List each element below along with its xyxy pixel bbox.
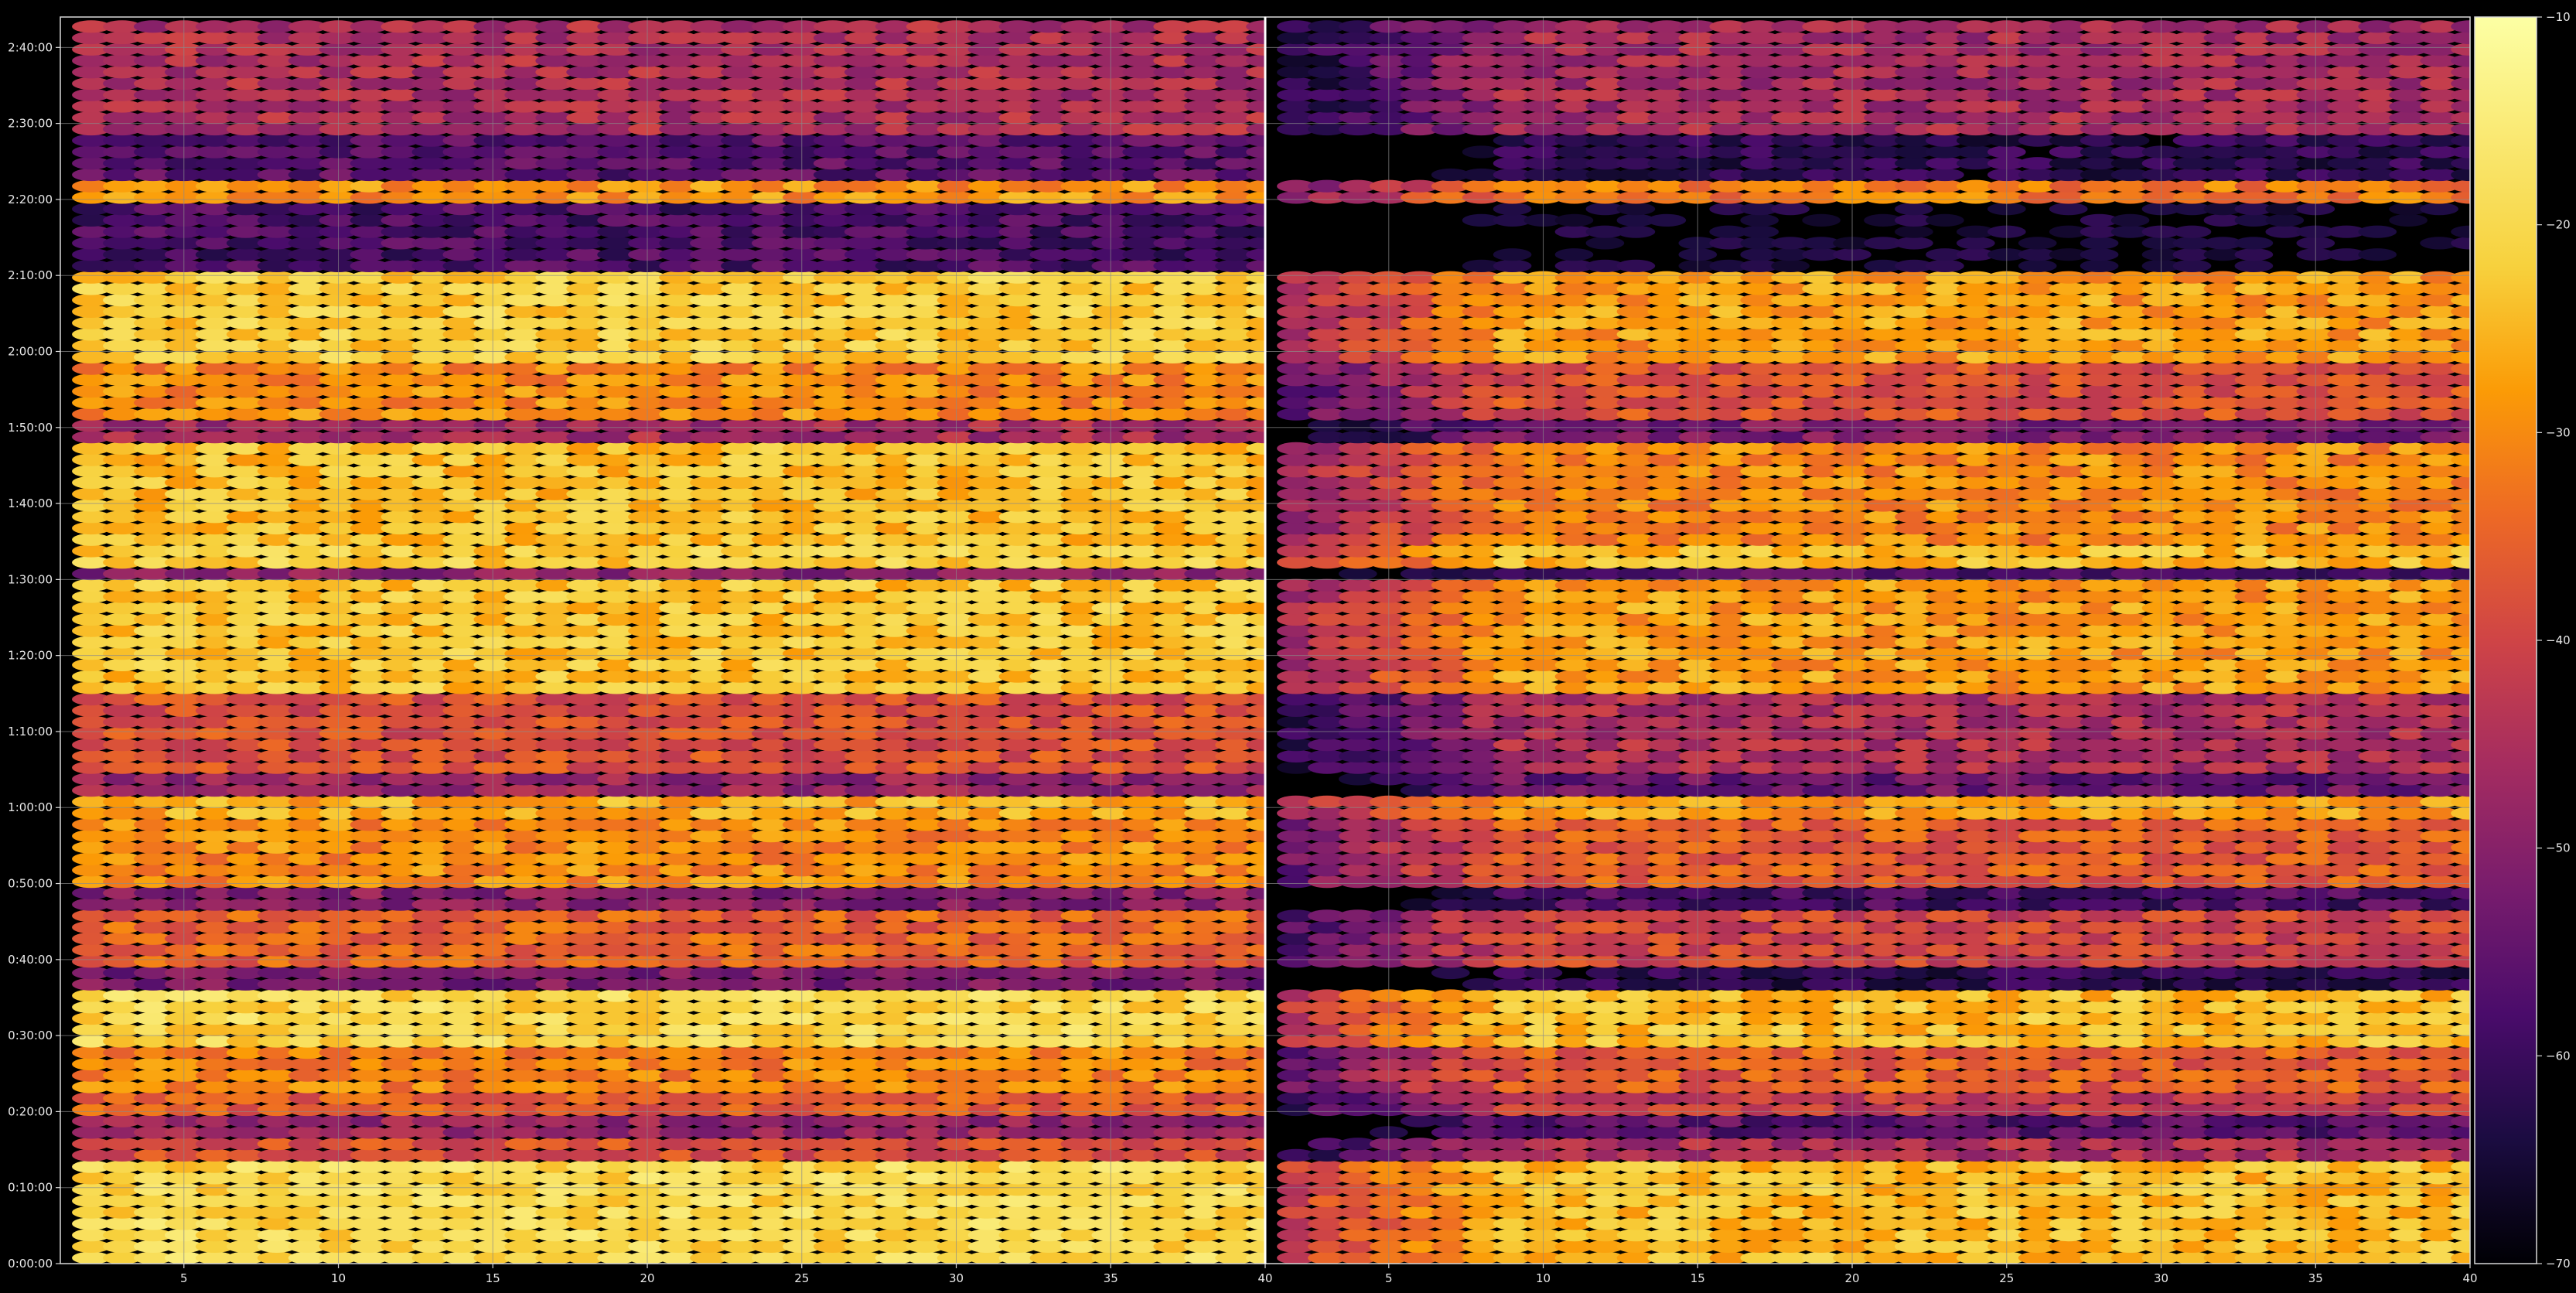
spectrogram-panel-left — [72, 20, 1265, 1264]
spectrogram-figure: 0:00:000:10:000:20:000:30:000:40:000:50:… — [0, 0, 2576, 1293]
